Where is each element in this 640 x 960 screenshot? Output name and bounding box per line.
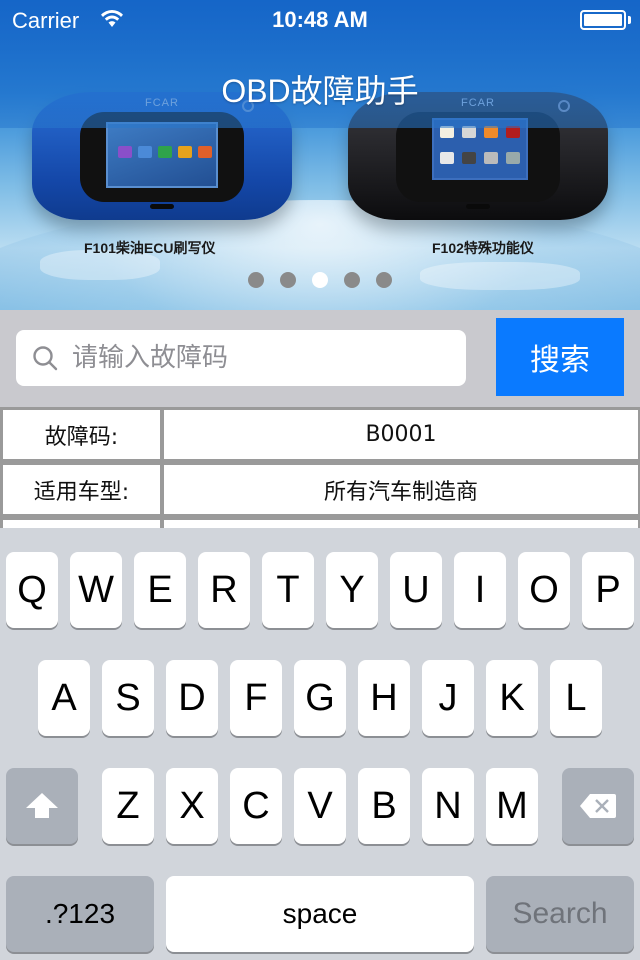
space-key[interactable]: space — [166, 876, 474, 952]
key-v[interactable]: V — [294, 768, 346, 844]
delete-key[interactable] — [562, 768, 634, 844]
fault-code-value: B0001 — [164, 410, 638, 459]
page-control[interactable] — [0, 272, 640, 288]
fault-code-search-field[interactable] — [16, 330, 466, 386]
page-dot-1[interactable] — [248, 272, 264, 288]
app-icon — [118, 146, 132, 158]
backspace-icon — [580, 794, 616, 818]
shift-key[interactable] — [6, 768, 78, 844]
page-dot-5[interactable] — [376, 272, 392, 288]
vehicle-model-value: 所有汽车制造商 — [164, 465, 638, 514]
key-c[interactable]: C — [230, 768, 282, 844]
status-bar: Carrier 10:48 AM — [0, 0, 640, 40]
page-dot-3-active[interactable] — [312, 272, 328, 288]
table-row: 适用车型: 所有汽车制造商 — [0, 462, 640, 514]
key-w[interactable]: W — [70, 552, 122, 628]
key-z[interactable]: Z — [102, 768, 154, 844]
key-l[interactable]: L — [550, 660, 602, 736]
numbers-key[interactable]: .?123 — [6, 876, 154, 952]
battery-full-icon — [580, 10, 626, 30]
key-g[interactable]: G — [294, 660, 346, 736]
search-return-key[interactable]: Search — [486, 876, 634, 952]
key-j[interactable]: J — [422, 660, 474, 736]
page-dot-2[interactable] — [280, 272, 296, 288]
app-icon — [138, 146, 152, 158]
app-icon — [484, 152, 498, 164]
device-home-button — [150, 204, 174, 209]
key-r[interactable]: R — [198, 552, 250, 628]
key-o[interactable]: O — [518, 552, 570, 628]
device-screen — [106, 122, 218, 188]
key-x[interactable]: X — [166, 768, 218, 844]
vehicle-model-label: 适用车型: — [3, 465, 160, 514]
key-m[interactable]: M — [486, 768, 538, 844]
search-button[interactable]: 搜索 — [496, 318, 624, 396]
key-h[interactable]: H — [358, 660, 410, 736]
app-icon — [178, 146, 192, 158]
battery-tip — [628, 16, 631, 24]
key-b[interactable]: B — [358, 768, 410, 844]
table-row: 故障码: B0001 — [0, 407, 640, 459]
key-n[interactable]: N — [422, 768, 474, 844]
app-icon — [158, 146, 172, 158]
search-icon — [33, 346, 58, 371]
app-icon — [198, 146, 212, 158]
app-icon — [440, 152, 454, 164]
key-f[interactable]: F — [230, 660, 282, 736]
fault-code-details-table: 故障码: B0001 适用车型: 所有汽车制造商 — [0, 407, 640, 529]
product-label-f102: F102特殊功能仪 — [432, 240, 534, 256]
device-home-button — [466, 204, 490, 209]
key-q[interactable]: Q — [6, 552, 58, 628]
fault-code-label: 故障码: — [3, 410, 160, 459]
key-d[interactable]: D — [166, 660, 218, 736]
app-icon — [462, 152, 476, 164]
app-title: OBD故障助手 — [221, 73, 419, 109]
search-bar: 搜索 — [0, 310, 640, 408]
key-u[interactable]: U — [390, 552, 442, 628]
clock: 10:48 AM — [272, 7, 368, 32]
shift-icon — [26, 793, 58, 818]
key-s[interactable]: S — [102, 660, 154, 736]
app-icon — [506, 152, 520, 164]
key-y[interactable]: Y — [326, 552, 378, 628]
fault-code-input[interactable] — [72, 343, 452, 373]
key-t[interactable]: T — [262, 552, 314, 628]
key-a[interactable]: A — [38, 660, 90, 736]
page-dot-4[interactable] — [344, 272, 360, 288]
key-k[interactable]: K — [486, 660, 538, 736]
key-p[interactable]: P — [582, 552, 634, 628]
on-screen-keyboard: .?123 space Search QWERTYUIOP ASDFGHJKL ZX… — [0, 528, 640, 960]
product-banner-carousel[interactable]: FCAR FCAR — [0, 0, 640, 310]
key-i[interactable]: I — [454, 552, 506, 628]
product-label-f101: F101柴油ECU刷写仪 — [84, 240, 216, 256]
key-e[interactable]: E — [134, 552, 186, 628]
